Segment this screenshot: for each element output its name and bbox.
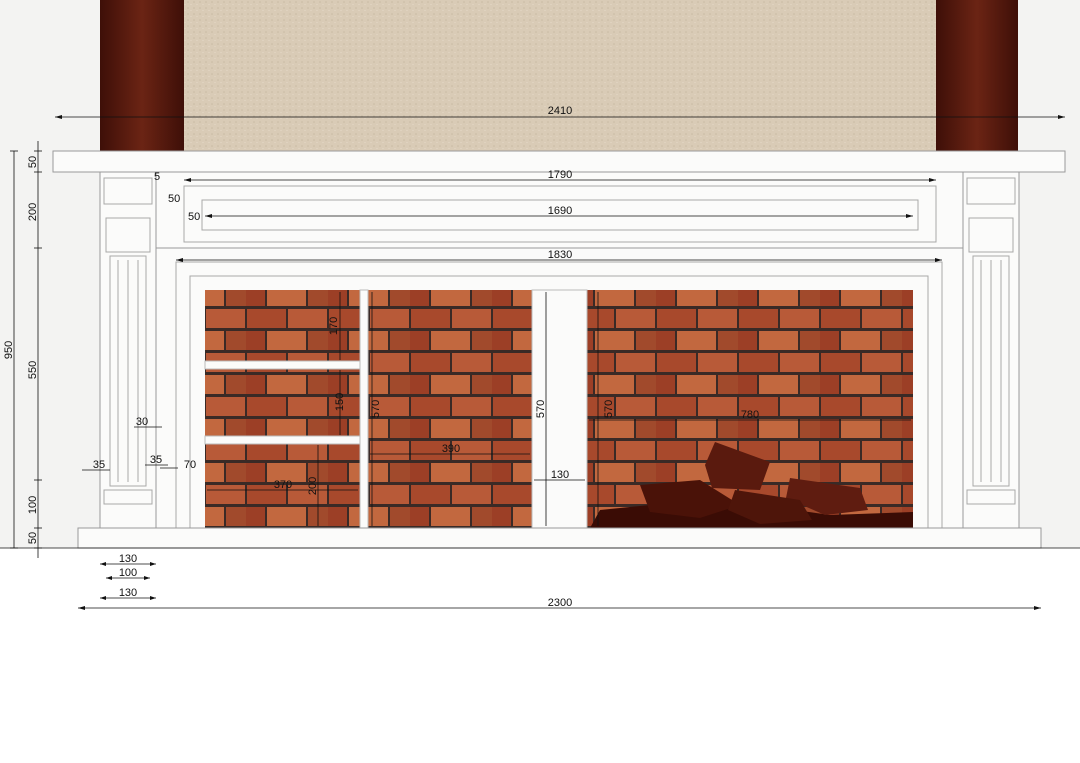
dim-frieze-small-offset-label: 5	[154, 171, 160, 183]
dimension-base-width: 2300	[78, 597, 1041, 610]
dim-column-setback-label: 30	[136, 416, 148, 428]
shelf-lower	[204, 435, 361, 445]
shelf-upper	[204, 360, 361, 370]
dim-plinth-height-label: 100	[27, 496, 39, 514]
hearth-base	[77, 527, 1042, 549]
dim-column-detail-c-label: 70	[184, 459, 196, 471]
dim-frieze-border-side-label: 50	[188, 211, 200, 223]
dim-base-thickness-label: 50	[27, 532, 39, 544]
wood-pillar-left	[100, 0, 184, 151]
dim-base-width-label: 2300	[548, 597, 572, 609]
dim-opening-surround-label: 1830	[548, 249, 572, 261]
dim-column-width-a-label: 130	[119, 553, 137, 565]
column-right	[962, 171, 1020, 529]
dim-left-bottom-label: 200	[307, 477, 319, 495]
column-left	[99, 171, 157, 529]
dim-column-detail-a-label: 35	[93, 459, 105, 471]
dim-column-detail-b-label: 35	[150, 454, 162, 466]
dim-total-height-label: 950	[3, 341, 15, 359]
dim-column-width-c-label: 130	[119, 587, 137, 599]
dim-frieze-border-top-label: 50	[168, 193, 180, 205]
divider-left	[359, 289, 369, 529]
dim-frieze-height-label: 200	[27, 203, 39, 221]
wallpaper-panel	[184, 0, 936, 151]
dim-opening-height-b-label: 570	[535, 400, 547, 418]
dim-middle-width-label: 390	[442, 443, 460, 455]
dim-column-height-label: 550	[27, 361, 39, 379]
brick-middle-panel	[368, 290, 532, 528]
dim-frieze-outer-label: 1790	[548, 169, 572, 181]
dim-opening-height-a-label: 570	[370, 400, 382, 418]
dim-frieze-inner-label: 1690	[548, 205, 572, 217]
dimension-column-widths: 130 100 130	[100, 553, 156, 600]
dim-column-width-b-label: 100	[119, 567, 137, 579]
fireplace-elevation-drawing: 2410 1790 1690 1830 50 50 5 950 50 200 5…	[0, 0, 1080, 610]
dim-right-width-label: 780	[741, 409, 759, 421]
dim-shelf-thickness-label: 50	[27, 156, 39, 168]
dim-top-overall-label: 2410	[548, 105, 572, 117]
dim-left-middle-label: 150	[334, 393, 346, 411]
wood-pillar-right	[936, 0, 1018, 151]
dim-left-top-label: 170	[328, 317, 340, 335]
dim-opening-height-c-label: 570	[603, 400, 615, 418]
dim-left-width-label: 370	[274, 479, 292, 491]
dim-divider-width-label: 130	[551, 469, 569, 481]
